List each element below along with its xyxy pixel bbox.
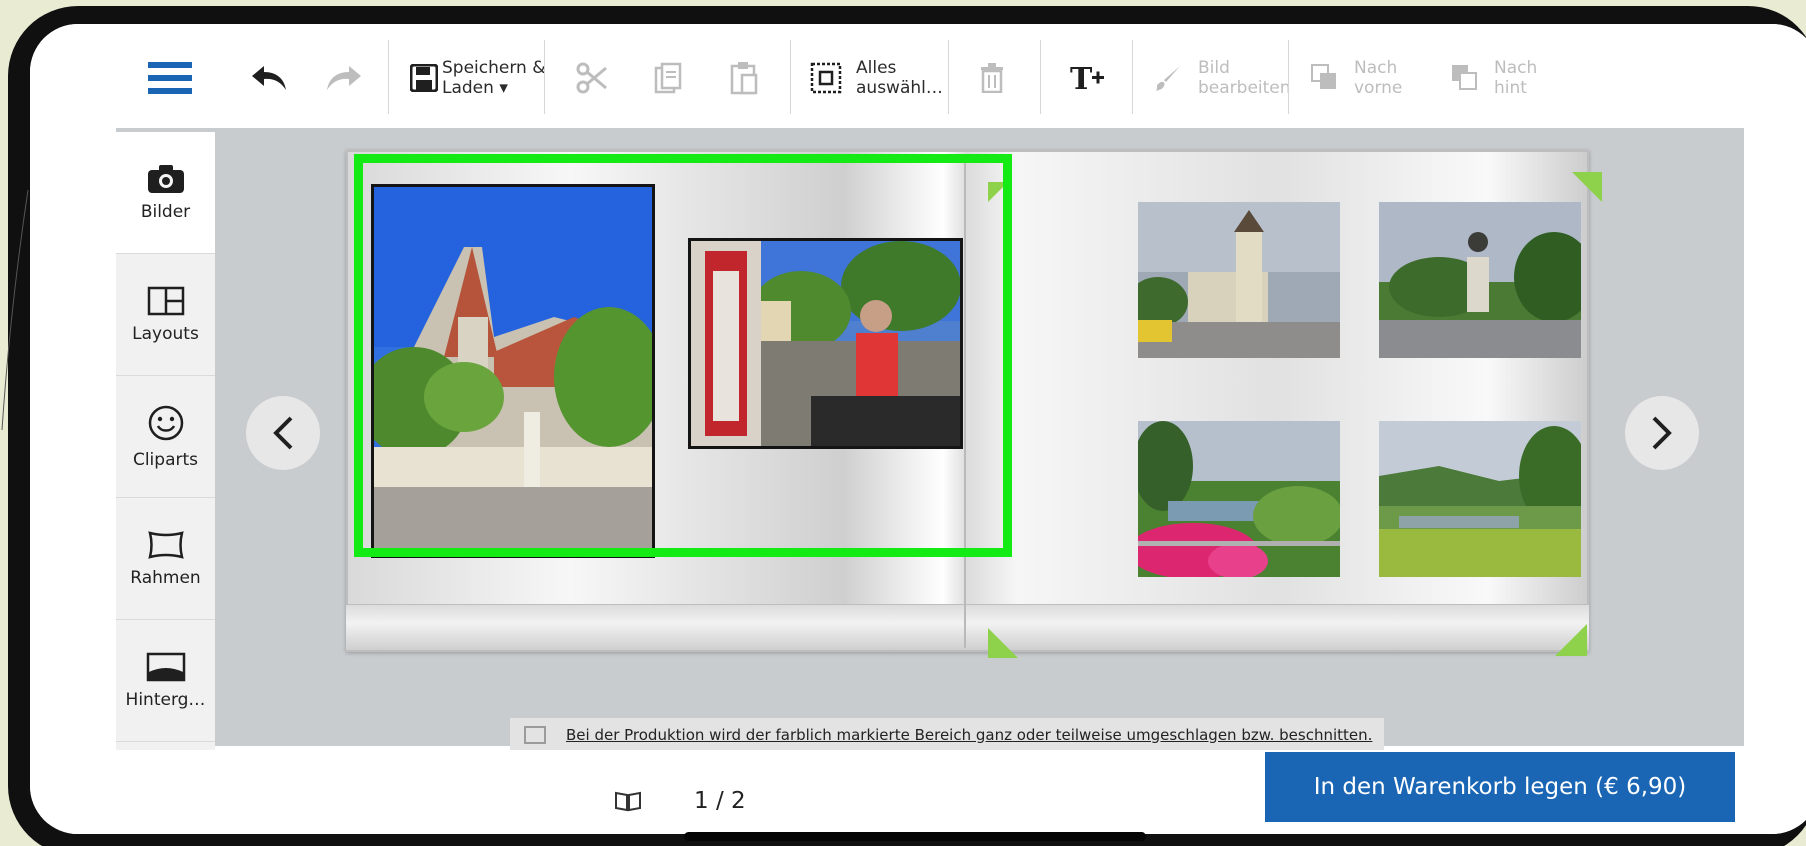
bleed-notice: Bei der Produktion wird der farblich mar… xyxy=(510,718,1384,751)
sidebar-item-label: Hinterg… xyxy=(125,689,206,710)
sidebar-item-images[interactable]: Bilder xyxy=(116,132,215,254)
selected-page-highlight[interactable] xyxy=(354,154,1012,557)
edit-image-button[interactable]: Bild bearbeiten xyxy=(1154,50,1291,106)
svg-text:T: T xyxy=(1070,62,1093,94)
bleed-corner-marker xyxy=(988,628,1018,658)
bleed-corner-marker xyxy=(1555,624,1587,656)
toolbar-separator xyxy=(948,40,949,114)
toolbar-separator xyxy=(1288,40,1289,114)
photo-onion-dome[interactable] xyxy=(1379,202,1581,358)
send-back-line1: Nach xyxy=(1494,58,1538,78)
save-label-line2: Laden ▾ xyxy=(442,78,508,98)
church-tower-photo-image xyxy=(1138,202,1340,358)
photo-flowers-river[interactable] xyxy=(1138,421,1340,577)
select-all-line2: auswähl… xyxy=(856,78,943,98)
send-back-button[interactable]: Nach hint xyxy=(1450,50,1537,106)
bring-forward-line1: Nach xyxy=(1354,58,1398,78)
onion-dome-photo-image xyxy=(1379,202,1581,358)
select-all-button[interactable]: Alles auswähl… xyxy=(810,50,943,106)
home-indicator[interactable] xyxy=(684,832,1146,841)
phone-edge-marking xyxy=(1,190,29,430)
bleed-notice-text[interactable]: Bei der Produktion wird der farblich mar… xyxy=(566,726,1372,744)
camera-icon xyxy=(147,164,184,193)
sidebar-item-cliparts[interactable]: Cliparts xyxy=(116,376,215,498)
edit-image-line2: bearbeiten xyxy=(1198,78,1291,98)
bring-forward-icon xyxy=(1311,64,1336,89)
page-indicator: 1 / 2 xyxy=(694,788,746,814)
bleed-area xyxy=(346,604,1589,650)
menu-icon[interactable] xyxy=(148,50,192,106)
frame-icon xyxy=(147,530,184,559)
toolbar-separator xyxy=(1132,40,1133,114)
chevron-right-icon xyxy=(1652,416,1672,450)
sidebar-item-label: Cliparts xyxy=(132,449,199,470)
bring-forward-line2: vorne xyxy=(1354,78,1403,98)
edit-image-line1: Bild xyxy=(1198,58,1230,78)
sidebar-item-label: Layouts xyxy=(132,323,199,344)
bring-forward-button[interactable]: Nach vorne xyxy=(1310,50,1402,106)
sidebar-item-backgrounds[interactable]: Hinterg… xyxy=(116,620,215,742)
sidebar-item-frames[interactable]: Rahmen xyxy=(116,498,215,620)
redo-icon[interactable] xyxy=(325,50,363,106)
sidebar-item-label: Bilder xyxy=(140,201,191,222)
toolbar-separator xyxy=(790,40,791,114)
layout-icon xyxy=(147,286,184,315)
undo-icon[interactable] xyxy=(250,50,288,106)
copy-icon[interactable] xyxy=(654,50,682,106)
photo-church-tower[interactable] xyxy=(1138,202,1340,358)
sidebar-item-layouts[interactable]: Layouts xyxy=(116,254,215,376)
photo-river-valley[interactable] xyxy=(1379,421,1581,577)
phone-frame: Speichern & Laden ▾ Alles auswähl… T Bil… xyxy=(8,6,1806,846)
toolbar: Speichern & Laden ▾ Alles auswähl… T Bil… xyxy=(30,24,1806,128)
previous-page-button[interactable] xyxy=(246,396,320,470)
save-load-button[interactable]: Speichern & Laden ▾ xyxy=(410,50,545,106)
send-back-icon xyxy=(1452,65,1477,90)
toolbar-separator xyxy=(544,40,545,114)
smiley-icon xyxy=(148,405,183,440)
add-to-cart-button[interactable]: In den Warenkorb legen (€ 6,90) xyxy=(1265,752,1735,822)
sidebar-item-label: Rahmen xyxy=(130,567,201,588)
bleed-corner-marker xyxy=(1572,172,1602,202)
save-icon xyxy=(410,64,438,92)
select-all-line1: Alles xyxy=(856,58,897,78)
flowers-river-photo-image xyxy=(1138,421,1340,577)
select-all-icon xyxy=(810,62,842,94)
add-text-icon[interactable]: T xyxy=(1070,50,1106,106)
cut-icon[interactable] xyxy=(576,50,608,106)
paste-icon[interactable] xyxy=(730,50,758,106)
book-icon[interactable] xyxy=(614,790,642,812)
delete-icon[interactable] xyxy=(980,50,1004,106)
brush-icon xyxy=(1156,66,1180,91)
save-label-line1: Speichern & xyxy=(442,58,546,78)
river-valley-photo-image xyxy=(1379,421,1581,577)
bleed-legend-swatch xyxy=(524,725,546,744)
next-page-button[interactable] xyxy=(1625,396,1699,470)
tool-sidebar: Bilder Layouts Cliparts Rahmen Hinterg… xyxy=(116,132,215,750)
toolbar-separator xyxy=(388,40,389,114)
toolbar-separator xyxy=(1040,40,1041,114)
app-screen: Speichern & Laden ▾ Alles auswähl… T Bil… xyxy=(30,24,1806,834)
chevron-left-icon xyxy=(273,416,293,450)
background-icon xyxy=(146,652,185,681)
send-back-line2: hint xyxy=(1494,78,1527,98)
